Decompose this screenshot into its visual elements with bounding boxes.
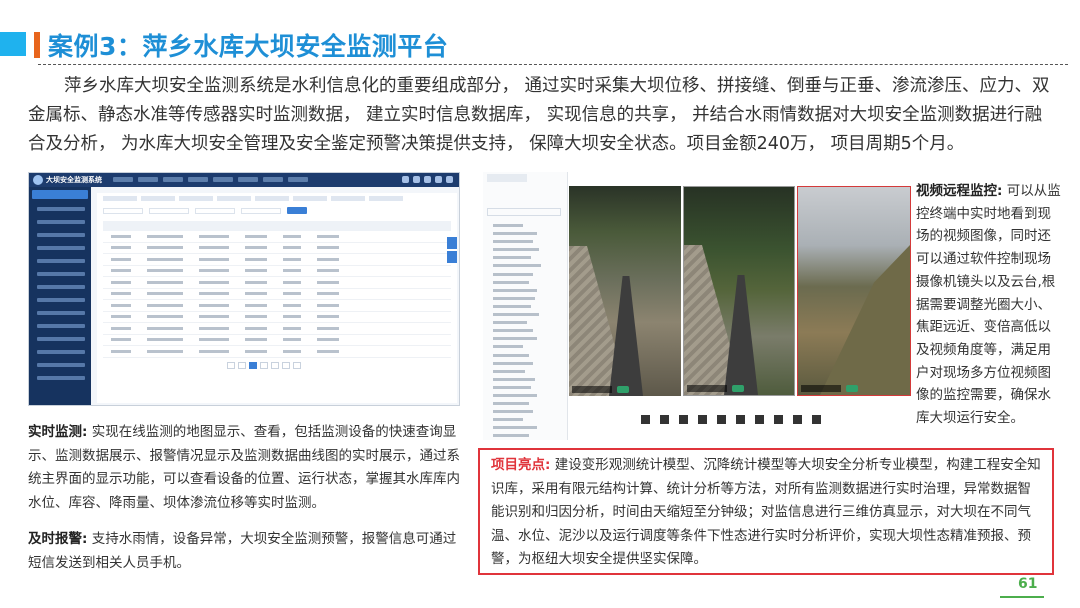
camera-tree-tab — [487, 174, 527, 182]
realtime-monitoring-description: 实时监测: 实现在线监测的地图显示、查看，包括监测设备的快速查询显示、监测数据展… — [28, 421, 460, 515]
realtime-monitoring-label: 实时监测: — [28, 424, 88, 440]
table-row — [103, 335, 451, 346]
dashboard-logo-icon — [33, 175, 43, 185]
dashboard-sidebar — [29, 187, 91, 405]
camera-feed-2 — [683, 186, 795, 396]
camera-tree-panel — [483, 172, 568, 440]
camera-tree-search — [487, 208, 561, 216]
dashboard-table-header — [103, 221, 451, 231]
title-decor-orange-bar — [34, 32, 40, 58]
project-highlights-box: 项目亮点: 建设变形观测统计模型、沉降统计模型等大坝安全分析专业模型，构建工程安… — [478, 448, 1054, 575]
dashboard-pagination — [227, 362, 301, 369]
intro-paragraph: 萍乡水库大坝安全监测系统是水利信息化的重要组成部分， 通过实时采集大坝位移、拼接… — [28, 76, 1050, 154]
table-row — [103, 312, 451, 323]
video-monitoring-screenshot — [483, 172, 911, 440]
page-title: 案例3：萍乡水库大坝安全监测平台 — [48, 32, 449, 61]
timely-alarm-description: 及时报警: 支持水雨情，设备异常，大坝安全监测预警，报警信息可通过短信发送到相关… — [28, 528, 460, 575]
project-highlights-label: 项目亮点: — [491, 457, 551, 473]
camera-tree-items — [493, 224, 563, 440]
video-remote-description: 视频远程监控: 可以从监控终端中实时地看到现场的视频图像，同时还可以通过软件控制… — [916, 180, 1064, 430]
page-number-underline — [1000, 596, 1044, 598]
table-row — [103, 231, 451, 243]
table-row — [103, 277, 451, 289]
dashboard-menu — [113, 177, 308, 183]
dashboard-filter — [97, 204, 457, 217]
table-row — [103, 243, 451, 254]
dashboard-toolbar-icons — [402, 176, 453, 183]
camera-feed-3 — [797, 186, 911, 396]
table-row — [103, 323, 451, 335]
video-remote-label: 视频远程监控: — [916, 183, 1003, 199]
video-layout-buttons — [641, 415, 821, 424]
title-decor-blue-bar — [0, 32, 26, 56]
dashboard-screenshot: 大坝安全监测系统 — [28, 172, 460, 406]
dashboard-float-toolbar — [447, 237, 457, 263]
dashboard-topbar: 大坝安全监测系统 — [29, 173, 459, 187]
table-row — [103, 289, 451, 300]
project-highlights-text: 建设变形观测统计模型、沉降统计模型等大坝安全分析专业模型，构建工程安全知识库，采… — [491, 457, 1041, 567]
page-number: 61 — [1018, 576, 1038, 592]
dashboard-tabs — [97, 193, 457, 204]
timely-alarm-text: 支持水雨情，设备异常，大坝安全监测预警，报警信息可通过短信发送到相关人员手机。 — [28, 531, 457, 571]
realtime-monitoring-text: 实现在线监测的地图显示、查看，包括监测设备的快速查询显示、监测数据展示、报警情况… — [28, 424, 460, 511]
table-row — [103, 300, 451, 312]
camera-feed-1 — [569, 186, 681, 396]
table-row — [103, 346, 451, 358]
title-divider — [38, 64, 1068, 65]
video-remote-text: 可以从监控终端中实时地看到现场的视频图像，同时还可以通过软件控制现场摄像机镜头以… — [916, 183, 1061, 427]
video-view-area — [569, 186, 911, 440]
table-row — [103, 254, 451, 266]
dashboard-table-panel — [97, 193, 457, 403]
table-row — [103, 266, 451, 277]
timely-alarm-label: 及时报警: — [28, 531, 88, 547]
dashboard-title: 大坝安全监测系统 — [46, 176, 102, 184]
